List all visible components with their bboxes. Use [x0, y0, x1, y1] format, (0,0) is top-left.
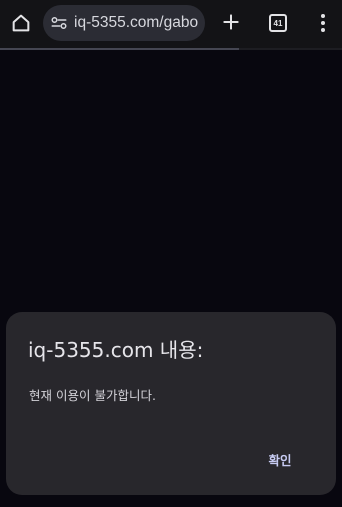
home-button[interactable] — [8, 10, 34, 36]
alert-dialog: iq-5355.com 내용: 현재 이용이 불가합니다. 확인 — [6, 312, 336, 495]
tune-icon — [51, 17, 67, 29]
dialog-title: iq-5355.com 내용: — [28, 338, 204, 362]
page-load-progress — [0, 48, 342, 50]
tab-count: 41 — [273, 18, 283, 28]
browser-screen: iq-5355.com/gabo 41 iq-5355.com 내용: 현재 이 — [0, 0, 342, 507]
site-info-button[interactable] — [49, 13, 69, 33]
address-bar[interactable]: iq-5355.com/gabo — [43, 5, 205, 41]
url-text[interactable]: iq-5355.com/gabo — [74, 5, 198, 41]
tab-switcher-icon: 41 — [269, 14, 287, 32]
confirm-button[interactable]: 확인 — [256, 444, 304, 474]
page-load-progress-fill — [0, 48, 240, 50]
more-vert-icon — [321, 14, 325, 32]
browser-toolbar: iq-5355.com/gabo 41 — [0, 0, 342, 48]
new-tab-button[interactable] — [219, 10, 243, 34]
menu-button[interactable] — [311, 10, 335, 36]
home-icon — [12, 14, 30, 32]
tab-switcher-button[interactable]: 41 — [266, 11, 290, 35]
dialog-message: 현재 이용이 불가합니다. — [29, 388, 156, 403]
plus-icon — [223, 14, 239, 30]
